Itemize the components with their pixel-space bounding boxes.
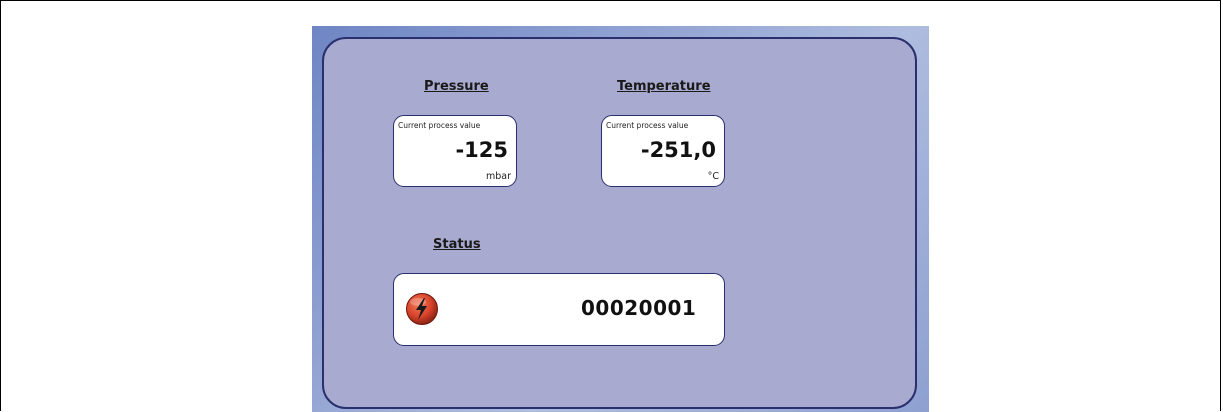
temperature-value: -251,0: [640, 138, 716, 162]
pressure-title: Pressure: [424, 79, 489, 94]
temperature-title: Temperature: [617, 79, 711, 94]
pressure-unit: mbar: [485, 171, 511, 182]
temperature-unit: °C: [707, 171, 719, 182]
temperature-caption: Current process value: [606, 121, 689, 130]
status-box[interactable]: 00020001: [393, 273, 725, 346]
pressure-value-box[interactable]: Current process value -125 mbar: [393, 115, 517, 187]
temperature-value-box[interactable]: Current process value -251,0 °C: [601, 115, 725, 187]
pressure-value: -125: [455, 138, 508, 162]
status-code: 00020001: [581, 296, 697, 320]
status-title: Status: [433, 237, 481, 252]
pressure-caption: Current process value: [398, 121, 481, 130]
lightning-fault-icon[interactable]: [405, 292, 439, 326]
